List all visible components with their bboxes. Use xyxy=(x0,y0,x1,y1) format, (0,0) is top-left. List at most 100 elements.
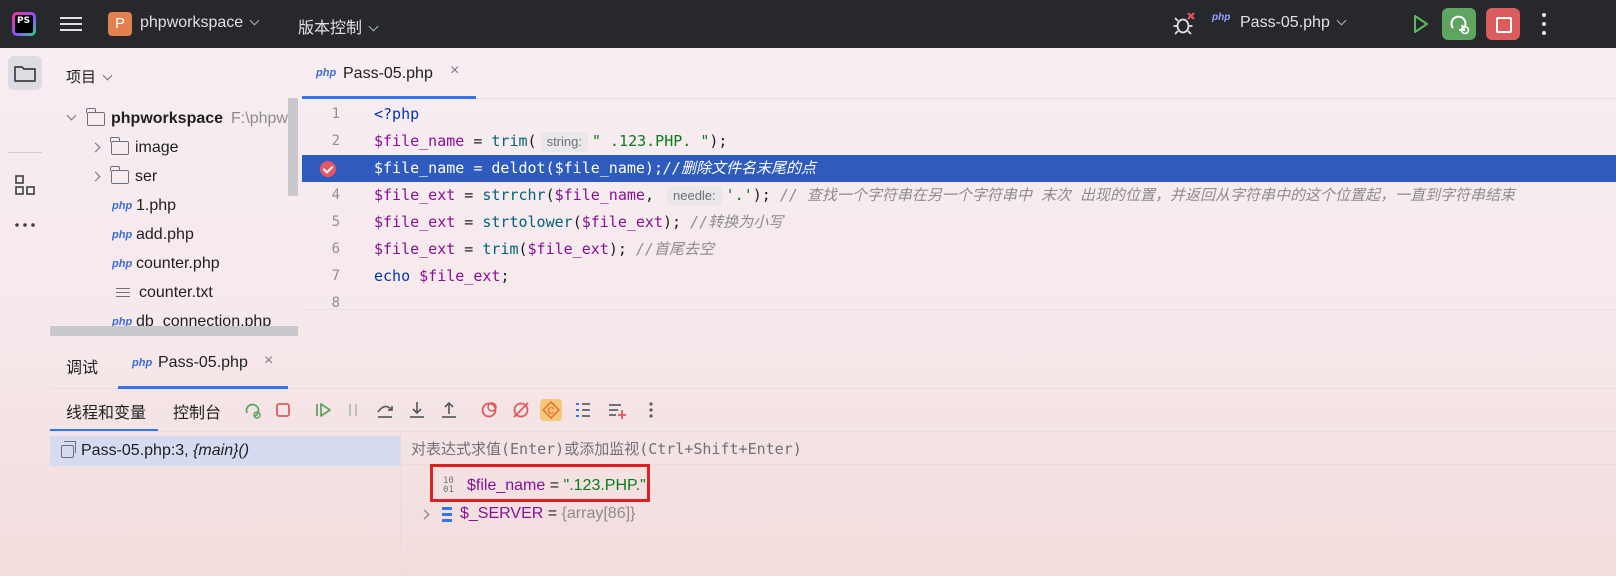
annotation-highlight-box xyxy=(430,464,650,502)
code-token: trim xyxy=(491,132,528,150)
main-menu-icon[interactable] xyxy=(60,14,82,34)
frame-icon xyxy=(61,441,76,458)
app-logo-text: PS xyxy=(17,16,31,26)
tree-item-counter-php[interactable]: php counter.php xyxy=(112,249,220,278)
project-vertical-scrollbar[interactable] xyxy=(288,98,298,196)
step-into-icon[interactable] xyxy=(406,399,428,421)
frame-function: {main}() xyxy=(193,442,250,459)
project-panel: 项目 phpworkspace F:\phpw image ser php 1.… xyxy=(50,48,302,338)
step-out-icon[interactable] xyxy=(438,399,460,421)
line-number: 2 xyxy=(331,133,340,149)
close-icon[interactable]: × xyxy=(264,352,273,370)
more-options-icon[interactable] xyxy=(640,399,662,421)
resume-icon[interactable] xyxy=(312,399,334,421)
tree-item-ser[interactable]: ser xyxy=(90,162,158,191)
tree-item-label: counter.php xyxy=(136,254,220,272)
add-watch-icon[interactable] xyxy=(606,399,628,421)
tree-item-image[interactable]: image xyxy=(90,133,179,162)
debug-panel-title: 调试 xyxy=(66,360,99,377)
code-editor[interactable]: 1 <?php 2 $file_name = trim(string: " .12… xyxy=(302,99,1616,311)
more-actions-icon[interactable] xyxy=(1542,13,1548,35)
text-file-icon xyxy=(116,285,130,300)
stack-frame-selected[interactable]: Pass-05.php:3, {main}() xyxy=(50,436,400,466)
array-icon xyxy=(438,506,452,522)
break-on-first-line-icon[interactable]: C xyxy=(540,399,562,421)
project-badge[interactable]: P xyxy=(108,12,132,36)
line-number: 1 xyxy=(331,106,340,122)
tab-console[interactable]: 控制台 xyxy=(173,399,221,423)
tab-threads-variables[interactable]: 线程和变量 xyxy=(66,399,146,423)
code-token: = xyxy=(455,240,483,258)
code-token: $file_ext xyxy=(374,186,456,204)
editor-tab-bar: php Pass-05.php × xyxy=(302,48,1616,99)
php-file-icon: php xyxy=(112,257,133,270)
php-file-icon: php xyxy=(1212,12,1231,23)
project-panel-title[interactable]: 项目 xyxy=(66,66,113,87)
editor-tab-label: Pass-05.php xyxy=(343,65,433,82)
code-token: strtolower xyxy=(482,213,573,231)
variable-value: {array[86]} xyxy=(561,505,636,522)
close-icon[interactable]: × xyxy=(450,62,459,80)
chevron-right-icon[interactable] xyxy=(419,509,430,520)
debug-bug-icon[interactable] xyxy=(1172,12,1196,36)
debug-rerun-icon xyxy=(1450,15,1470,35)
editor-tab-pass-05[interactable]: php Pass-05.php × xyxy=(302,48,476,99)
breakpoint-icon[interactable] xyxy=(320,161,336,177)
stop-icon[interactable] xyxy=(272,399,294,421)
tree-item-counter-txt[interactable]: counter.txt xyxy=(112,278,213,307)
code-comment: //转换为小写 xyxy=(690,213,784,231)
step-over-icon[interactable] xyxy=(374,399,396,421)
view-breakpoints-icon[interactable] xyxy=(478,399,500,421)
evaluate-expression-input[interactable]: 对表达式求值(Enter)或添加监视(Ctrl+Shift+Enter) xyxy=(411,438,802,459)
debug-session-label: Pass-05.php xyxy=(158,354,248,371)
php-file-icon: php xyxy=(112,199,133,212)
code-token: ); xyxy=(608,240,636,258)
tree-item-root[interactable]: phpworkspace F:\phpw xyxy=(66,104,288,133)
variable-row-server[interactable]: $_SERVER = {array[86]} xyxy=(419,500,636,528)
debug-button[interactable] xyxy=(1442,8,1476,40)
chevron-right-icon[interactable] xyxy=(90,171,101,182)
variables-panel: 对表达式求值(Enter)或添加监视(Ctrl+Shift+Enter) 10 0… xyxy=(401,432,1616,576)
run-icon[interactable] xyxy=(1408,12,1432,36)
php-file-icon: php xyxy=(316,67,337,79)
variable-name: $_SERVER xyxy=(460,505,544,522)
code-token: ; xyxy=(500,267,510,285)
show-values-icon[interactable] xyxy=(572,399,594,421)
code-token: $file_ext xyxy=(374,240,456,258)
tree-item-label: ser xyxy=(135,167,158,185)
code-comment: // 查找一个字符串在另一个字符串中 末次 出现的位置，并返回从字符串中的这个位… xyxy=(779,186,1516,204)
code-token: $file_ext xyxy=(527,240,609,258)
chevron-right-icon[interactable] xyxy=(90,142,101,153)
tree-item-label: add.php xyxy=(136,225,194,243)
tool-window-strip xyxy=(0,48,50,576)
editor-bottom-area xyxy=(302,309,1616,339)
mute-breakpoints-icon[interactable] xyxy=(510,399,532,421)
frame-location: Pass-05.php:3, xyxy=(81,442,194,459)
project-tool-button[interactable] xyxy=(8,56,42,90)
more-tools-button[interactable] xyxy=(8,208,42,242)
tree-item-label: phpworkspace xyxy=(111,109,224,127)
stop-button[interactable] xyxy=(1486,8,1520,40)
chevron-down-icon xyxy=(368,21,379,32)
tree-item-label: image xyxy=(135,138,179,156)
chevron-down-icon[interactable] xyxy=(66,110,77,121)
rerun-icon[interactable] xyxy=(242,399,264,421)
code-token: $file_name xyxy=(374,132,465,150)
tree-item-add-php[interactable]: php add.php xyxy=(112,220,194,249)
tree-item-1-php[interactable]: php 1.php xyxy=(112,191,176,220)
code-token: $file_name xyxy=(554,186,645,204)
project-switcher[interactable]: phpworkspace xyxy=(140,14,260,32)
vcs-menu[interactable]: 版本控制 xyxy=(298,14,379,38)
php-debug-icon: php xyxy=(132,357,153,369)
run-configuration-selector[interactable]: Pass-05.php xyxy=(1240,14,1347,32)
pause-icon[interactable] xyxy=(342,399,364,421)
code-line-2: 2 $file_name = trim(string: " .123.PHP. "… xyxy=(302,128,1616,155)
project-horizontal-scrollbar[interactable] xyxy=(50,326,298,336)
vcs-label: 版本控制 xyxy=(298,20,363,37)
app-logo-icon[interactable]: PS xyxy=(12,12,36,36)
structure-tool-button[interactable] xyxy=(8,168,42,202)
code-token: <?php xyxy=(374,105,420,123)
folder-icon xyxy=(110,136,129,155)
code-token: ); xyxy=(752,186,780,204)
debug-session-tab[interactable]: php Pass-05.php × xyxy=(118,338,288,389)
